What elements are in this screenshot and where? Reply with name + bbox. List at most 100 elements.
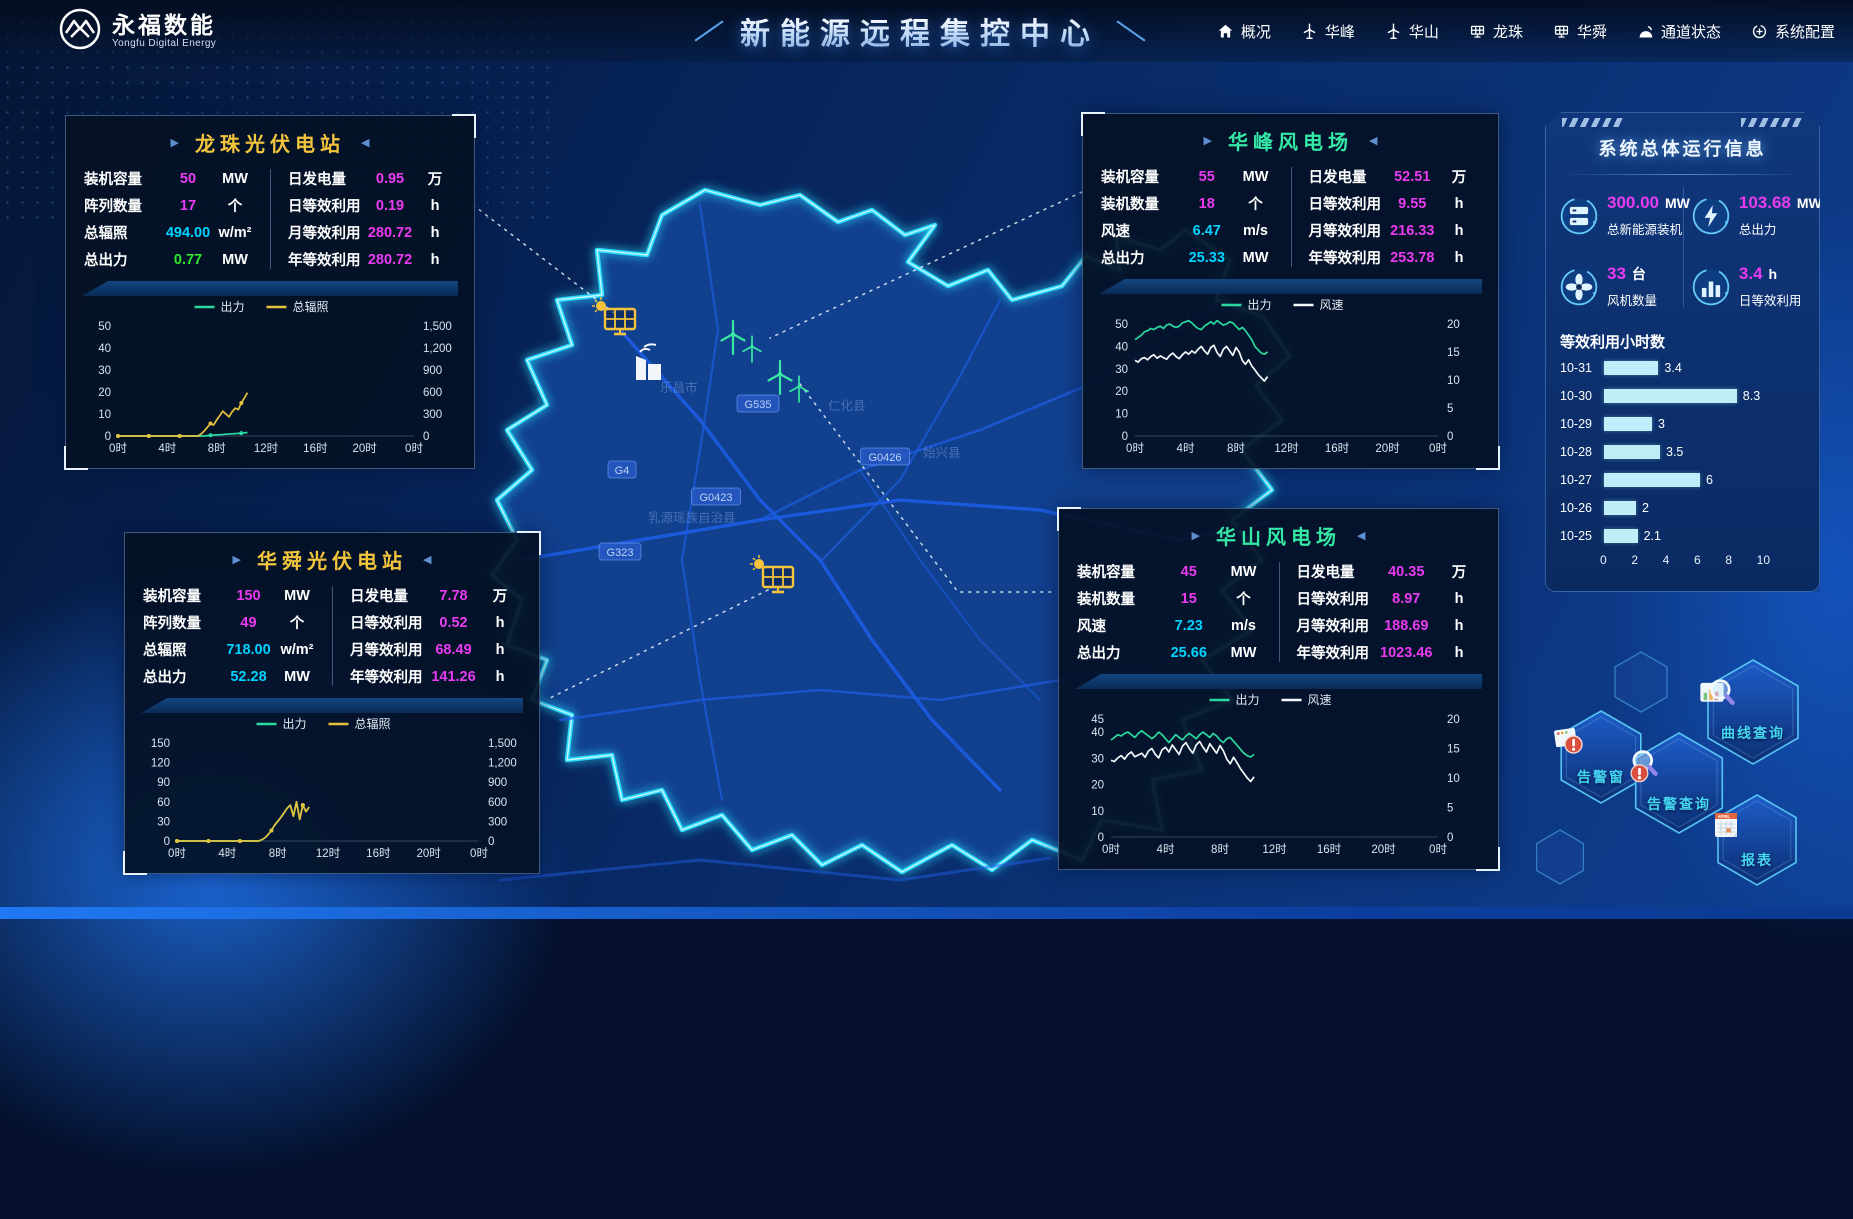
corner-bracket xyxy=(517,531,541,555)
svg-text:0: 0 xyxy=(164,836,170,848)
nav-item-3-solar-panel[interactable]: 龙珠 xyxy=(1469,21,1523,42)
svg-text:G0423: G0423 xyxy=(699,492,732,504)
metric-unit: MW xyxy=(1223,645,1265,661)
metric-unit: MW xyxy=(1235,169,1277,185)
road-badge: G0426 xyxy=(861,448,910,465)
stat-value: 3.4 xyxy=(1739,264,1763,283)
svg-text:40: 40 xyxy=(1091,727,1104,739)
svg-text:20: 20 xyxy=(1115,386,1128,398)
bar-value: 6 xyxy=(1706,473,1713,487)
metric-label: 日等效利用 xyxy=(1297,588,1375,609)
stripe-decor xyxy=(1562,118,1624,127)
title-left-arrow-icon: ◀ xyxy=(1369,134,1377,147)
svg-text:4时: 4时 xyxy=(218,847,236,860)
svg-text:0: 0 xyxy=(423,431,429,443)
fan-icon xyxy=(1558,266,1600,308)
metric-row: 总辐照494.00w/m² xyxy=(84,219,256,246)
metric-value: 55 xyxy=(1179,169,1235,185)
longzhu-pv-panel: ▶ 龙珠光伏电站 ◀ 装机容量50MW阵列数量17个总辐照494.00w/m²总… xyxy=(65,115,475,469)
bar xyxy=(1604,501,1636,515)
svg-text:90: 90 xyxy=(157,777,170,789)
nav-item-0-home[interactable]: 概况 xyxy=(1217,21,1271,42)
metric-unit: h xyxy=(1438,591,1480,607)
logo-subtitle: Yongfu Digital Energy xyxy=(112,38,216,49)
metric-unit: h xyxy=(414,198,456,214)
corner-bracket xyxy=(1057,507,1081,531)
metric-unit: 个 xyxy=(1235,193,1277,214)
metric-label: 月等效利用 xyxy=(350,639,428,660)
metric-unit: h xyxy=(414,252,456,268)
bar-value: 3.4 xyxy=(1664,361,1681,375)
station-title: 华山风电场 xyxy=(1216,521,1341,550)
metric-value: 68.49 xyxy=(428,642,479,658)
svg-text:4时: 4时 xyxy=(158,442,176,455)
metric-label: 装机容量 xyxy=(1101,166,1179,187)
metric-value: 8.97 xyxy=(1375,591,1439,607)
nav-item-6-gear[interactable]: 系统配置 xyxy=(1751,21,1835,42)
hex-decor xyxy=(1608,649,1674,715)
bar-value: 3.5 xyxy=(1666,445,1683,459)
bar xyxy=(1604,361,1658,375)
hex-button-report[interactable]: APRIL报表 xyxy=(1708,791,1806,889)
equiv-hours-title: 等效利用小时数 xyxy=(1560,331,1805,352)
metric-value: 494.00 xyxy=(162,225,214,241)
system-stats: 300.00MW总新能源装机103.68MW总出力33台风机数量3.4h日等效利… xyxy=(1546,175,1819,309)
stat-label: 总新能源装机 xyxy=(1607,219,1690,238)
nav-item-label: 概况 xyxy=(1241,21,1271,42)
metric-row: 装机容量50MW xyxy=(84,165,256,192)
svg-text:1,200: 1,200 xyxy=(423,343,452,355)
metric-row: 日等效利用0.52h xyxy=(350,609,521,636)
metric-value: 150 xyxy=(221,588,276,604)
metric-unit: 万 xyxy=(414,168,456,189)
nav-item-label: 龙珠 xyxy=(1493,21,1523,42)
title-decor-left xyxy=(695,20,724,41)
station-metrics: 装机容量45MW装机数量15个风速7.23m/s总出力25.66MW日发电量40… xyxy=(1077,558,1480,666)
nav-item-5-signal[interactable]: 通道状态 xyxy=(1637,21,1721,42)
title-left-arrow-icon: ◀ xyxy=(1357,529,1365,542)
bar-date-label: 10-28 xyxy=(1560,445,1604,459)
metric-unit: h xyxy=(1438,645,1480,661)
metric-value: 40.35 xyxy=(1375,564,1439,580)
station-metrics: 装机容量150MW阵列数量49个总辐照718.00w/m²总出力52.28MW日… xyxy=(143,582,521,690)
bar xyxy=(1604,389,1737,403)
solar-panel-icon xyxy=(1469,23,1486,40)
metric-label: 装机容量 xyxy=(1077,561,1155,582)
svg-text:12时: 12时 xyxy=(1262,843,1287,856)
header: 永福数能 Yongfu Digital Energy 新能源远程集控中心 概况华… xyxy=(0,0,1853,62)
nav-item-1-wind-turbine[interactable]: 华峰 xyxy=(1301,21,1355,42)
metric-row: 装机数量18个 xyxy=(1101,190,1277,217)
svg-text:10: 10 xyxy=(1091,806,1104,818)
metric-unit: 个 xyxy=(1223,588,1265,609)
bar-value: 3 xyxy=(1658,417,1665,431)
system-stat: 3.4h日等效利用 xyxy=(1690,264,1822,309)
svg-text:300: 300 xyxy=(423,409,442,421)
metric-value: 17 xyxy=(162,198,214,214)
nav-item-2-wind-turbine[interactable]: 华山 xyxy=(1385,21,1439,42)
metric-label: 日发电量 xyxy=(1297,561,1375,582)
gear-icon xyxy=(1751,23,1768,40)
metric-unit: 个 xyxy=(276,612,318,633)
nav-item-4-solar-panel[interactable]: 华舜 xyxy=(1553,21,1607,42)
svg-text:20: 20 xyxy=(1447,319,1460,331)
svg-text:20时: 20时 xyxy=(417,847,442,860)
metric-value: 7.78 xyxy=(428,588,479,604)
bar xyxy=(1604,529,1638,543)
metric-label: 月等效利用 xyxy=(1309,220,1387,241)
equiv-hours-row: 10-308.3 xyxy=(1560,383,1805,408)
station-metrics: 装机容量55MW装机数量18个风速6.47m/s总出力25.33MW日发电量52… xyxy=(1101,163,1480,271)
svg-text:600: 600 xyxy=(488,797,507,809)
divider-band xyxy=(82,281,458,296)
bar-value: 2 xyxy=(1642,501,1649,515)
metric-unit: 万 xyxy=(1438,561,1480,582)
svg-text:4时: 4时 xyxy=(1157,843,1175,856)
metric-row: 日等效利用0.19h xyxy=(288,192,456,219)
title-decor-right xyxy=(1117,20,1146,41)
metric-unit: MW xyxy=(1223,564,1265,580)
bar xyxy=(1604,445,1660,459)
svg-text:0时: 0时 xyxy=(405,442,423,455)
svg-text:G323: G323 xyxy=(607,547,634,559)
equiv-hours-row: 10-28 3.5 xyxy=(1560,439,1805,464)
metric-label: 总辐照 xyxy=(143,639,221,660)
svg-text:10: 10 xyxy=(1447,375,1460,387)
metric-row: 月等效利用280.72h xyxy=(288,219,456,246)
